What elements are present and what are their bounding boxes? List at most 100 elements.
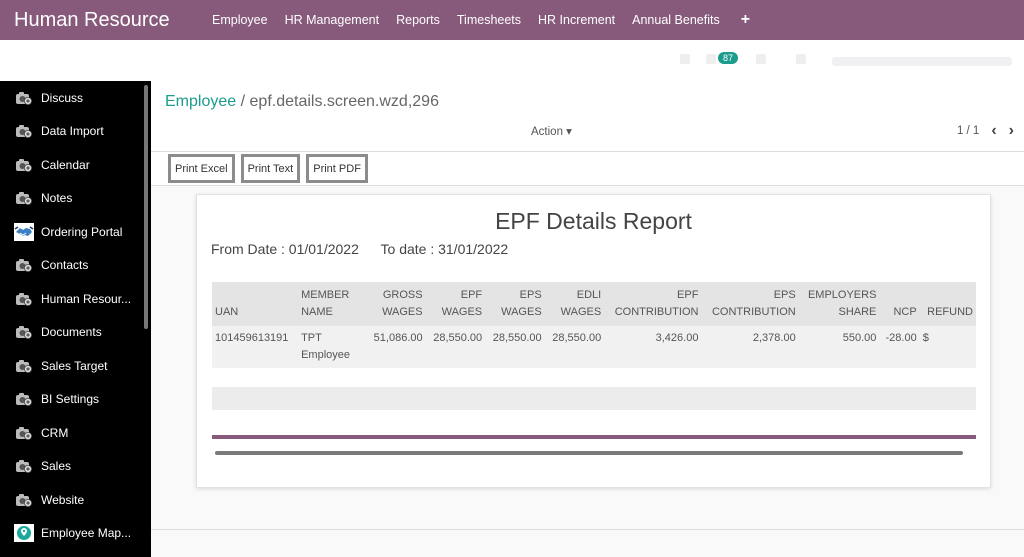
camera-plus-icon	[14, 324, 34, 340]
column-header: EPS WAGES	[501, 289, 542, 318]
menu-annual-benefits[interactable]: Annual Benefits	[632, 13, 720, 27]
report-divider	[212, 435, 976, 439]
control-panel: Employee / epf.details.screen.wzd,296 Ac…	[151, 81, 1024, 152]
breadcrumb-current: epf.details.screen.wzd,296	[249, 93, 439, 110]
camera-plus-icon	[14, 492, 34, 508]
camera-plus-icon	[14, 123, 34, 139]
menu-timesheets[interactable]: Timesheets	[457, 13, 521, 27]
menu-hr-management[interactable]: HR Management	[285, 13, 380, 27]
settings-icon[interactable]	[796, 54, 806, 64]
sidebar-item-human-resour[interactable]: Human Resour...	[0, 282, 151, 316]
chevron-left-icon[interactable]: ‹	[991, 122, 996, 140]
menu-reports[interactable]: Reports	[396, 13, 440, 27]
report-sheet: EPF Details Report From Date : 01/01/202…	[196, 194, 991, 488]
column-header: REFUND	[927, 306, 973, 318]
empty-table-row	[212, 387, 976, 410]
column-header: NCP	[893, 306, 917, 318]
sidebar-item-label: BI Settings	[41, 392, 100, 407]
camera-plus-icon	[14, 90, 34, 106]
top-navbar: Human Resource Employee HR Management Re…	[0, 0, 1024, 40]
activity-icon[interactable]	[756, 54, 766, 64]
column-header: EDLI WAGES	[560, 289, 602, 318]
column-header: GROSS WAGES	[382, 289, 423, 318]
camera-plus-icon	[14, 358, 34, 374]
plus-icon[interactable]: +	[741, 11, 750, 29]
map-pin-icon	[14, 524, 34, 543]
sidebar-item-employee-map[interactable]: Employee Map...	[0, 517, 151, 551]
sidebar-item-notes[interactable]: Notes	[0, 182, 151, 216]
menu-employee[interactable]: Employee	[212, 13, 268, 27]
app-title[interactable]: Human Resource	[14, 9, 212, 32]
sidebar-item-ordering-portal[interactable]: Ordering Portal	[0, 215, 151, 249]
print-excel-button[interactable]: Print Excel	[168, 154, 235, 183]
sidebar-item-sales-target[interactable]: Sales Target	[0, 349, 151, 383]
table-cell: 28,550.00	[552, 332, 602, 344]
top-menu: Employee HR Management Reports Timesheet…	[212, 11, 767, 29]
print-text-button[interactable]: Print Text	[240, 154, 301, 183]
sidebar-item-label: Website	[41, 492, 85, 507]
handshake-icon	[14, 222, 34, 241]
to-date: To date : 31/01/2022	[380, 241, 509, 257]
report-dates: From Date : 01/01/2022 To date : 31/01/2…	[211, 241, 990, 257]
camera-plus-icon	[14, 291, 34, 307]
sidebar-item-label: Sales Target	[41, 358, 108, 373]
menu-hr-increment[interactable]: HR Increment	[538, 13, 615, 27]
sidebar-item-label: CRM	[41, 425, 69, 440]
search-icon[interactable]	[680, 54, 690, 64]
horizontal-scrollbar[interactable]	[215, 451, 963, 455]
table-header-row: UAN MEMBER NAME GROSS WAGES EPF WAGES EPS WA…	[212, 282, 976, 326]
print-pdf-button[interactable]: Print PDF	[306, 154, 368, 183]
chat-icon[interactable]	[706, 54, 716, 64]
pager: 1 / 1 ‹ ›	[957, 122, 1014, 140]
column-header: MEMBER NAME	[301, 289, 350, 318]
breadcrumb-separator: /	[240, 93, 246, 110]
sidebar-item-label: Documents	[41, 325, 102, 340]
sidebar-item-crm[interactable]: CRM	[0, 416, 151, 450]
camera-plus-icon	[14, 190, 34, 206]
sidebar-item-documents[interactable]: Documents	[0, 316, 151, 350]
table-cell: 51,086.00	[373, 332, 423, 344]
sidebar-item-contacts[interactable]: Contacts	[0, 249, 151, 283]
camera-plus-icon	[14, 425, 34, 441]
column-header: EPF CONTRIBUTION	[614, 289, 699, 318]
main-content: Employee / epf.details.screen.wzd,296 Ac…	[151, 81, 1024, 557]
table-cell: 101459613191	[215, 332, 289, 344]
table-cell: 550.00	[842, 332, 877, 344]
epf-table: UAN MEMBER NAME GROSS WAGES EPF WAGES EPS WA…	[212, 282, 976, 368]
breadcrumb-employee[interactable]: Employee	[165, 93, 236, 110]
report-title: EPF Details Report	[495, 208, 692, 234]
sidebar-item-label: Discuss	[41, 90, 84, 105]
from-date: From Date : 01/01/2022	[211, 241, 359, 257]
column-header: EMPLOYERS SHARE	[807, 289, 877, 318]
table-cell: $	[922, 332, 929, 344]
camera-plus-icon	[14, 157, 34, 173]
user-menu[interactable]	[832, 57, 1012, 66]
sidebar-item-data-import[interactable]: Data Import	[0, 115, 151, 149]
camera-plus-icon	[14, 391, 34, 407]
sidebar-item-label: Human Resour...	[41, 291, 132, 306]
table-cell: 2,378.00	[752, 332, 796, 344]
sidebar-item-label: Sales	[41, 459, 72, 474]
table-cell: -28.00	[885, 332, 917, 344]
sidebar-item-sales[interactable]: Sales	[0, 450, 151, 484]
button-bar: Print Excel Print Text Print PDF	[151, 152, 1024, 186]
table-cell: 3,426.00	[655, 332, 699, 344]
column-header: EPF WAGES	[441, 289, 483, 318]
sidebar-scrollbar[interactable]	[144, 85, 148, 329]
sidebar-item-label: Contacts	[41, 258, 89, 273]
action-dropdown[interactable]: Action ▾	[531, 124, 572, 138]
sidebar-item-label: Notes	[41, 191, 73, 206]
sidebar-item-label: Calendar	[41, 157, 90, 172]
pager-value[interactable]: 1 / 1	[957, 125, 979, 137]
sidebar: Discuss Data Import Calendar Notes Ordering …	[0, 81, 151, 557]
chevron-right-icon[interactable]: ›	[1009, 122, 1014, 140]
column-header: EPS CONTRIBUTION	[711, 289, 796, 318]
form-sheet-area: EPF Details Report From Date : 01/01/202…	[151, 186, 1024, 530]
sidebar-item-discuss[interactable]: Discuss	[0, 81, 151, 115]
sidebar-item-website[interactable]: Website	[0, 483, 151, 517]
sidebar-item-calendar[interactable]: Calendar	[0, 148, 151, 182]
sidebar-item-bi-settings[interactable]: BI Settings	[0, 383, 151, 417]
notification-badge: 87	[718, 52, 739, 64]
sidebar-item-label: Data Import	[41, 124, 104, 139]
sidebar-item-label: Ordering Portal	[41, 224, 123, 239]
